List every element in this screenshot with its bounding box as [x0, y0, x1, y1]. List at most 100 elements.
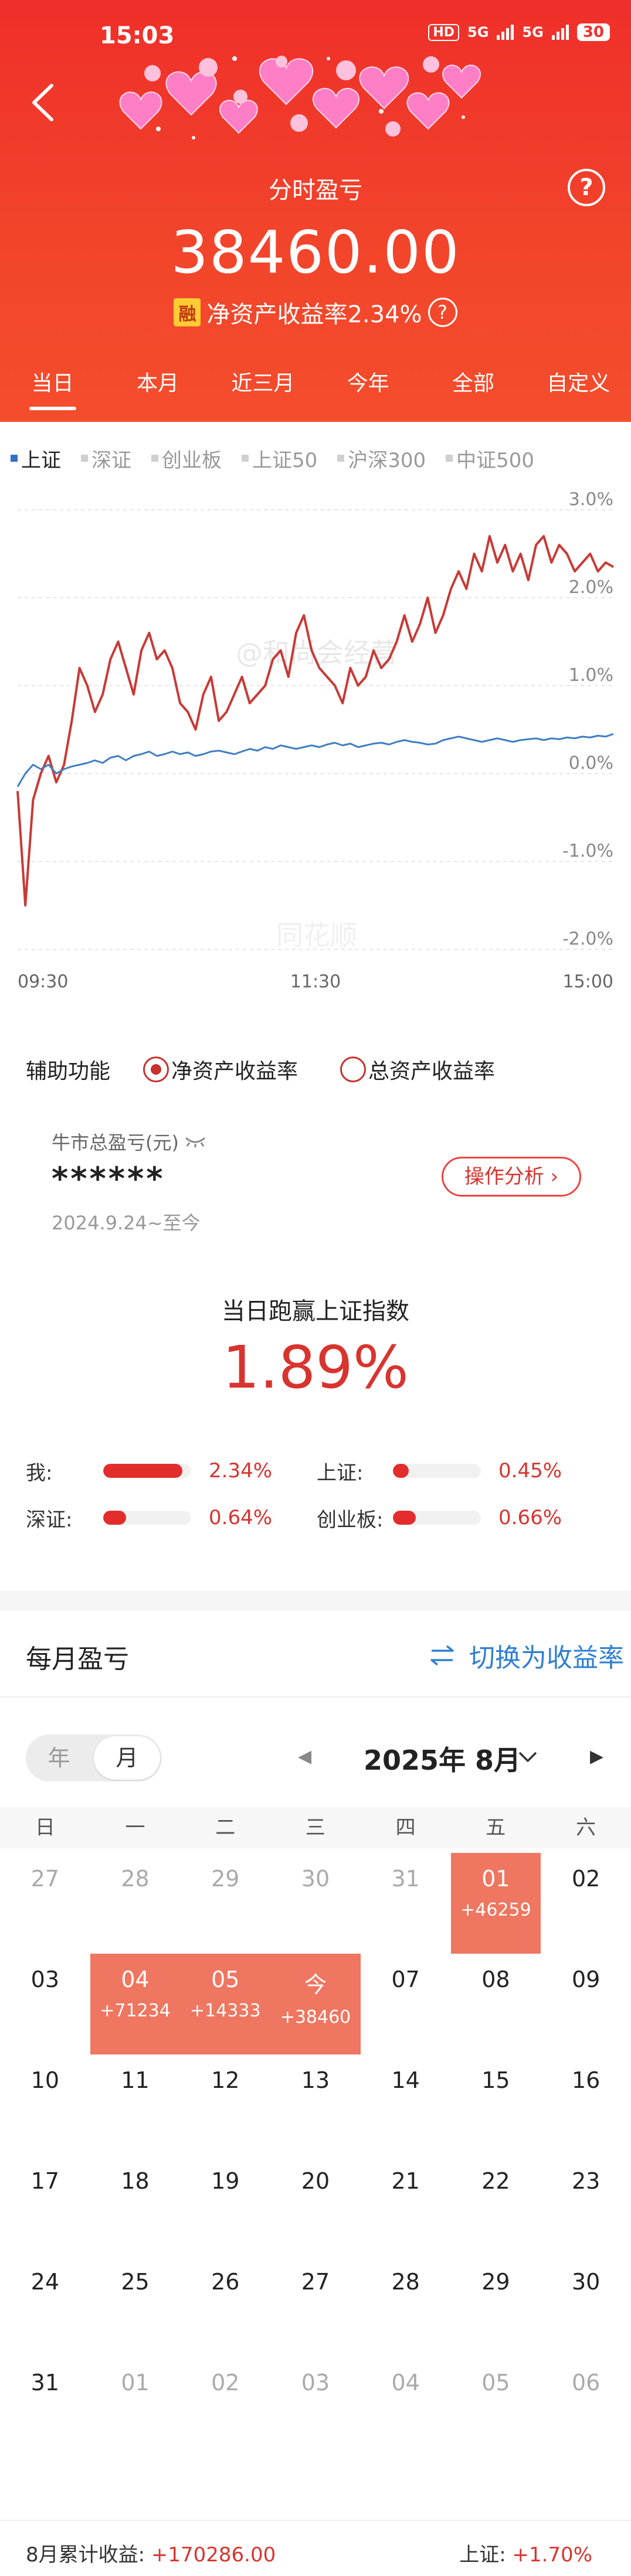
- index-tab-chinext[interactable]: 创业板: [151, 444, 222, 473]
- next-month-icon[interactable]: ▶: [590, 1746, 603, 1767]
- calendar-day[interactable]: 06: [541, 2357, 631, 2458]
- margin-badge: 融: [174, 298, 201, 326]
- calendar-day-number: 13: [301, 2067, 330, 2093]
- y-tick-label: 2.0%: [569, 577, 613, 598]
- calendar-day[interactable]: 03: [0, 1954, 90, 2054]
- calendar-day[interactable]: 19: [180, 2155, 270, 2256]
- calendar-day[interactable]: 13: [270, 2054, 361, 2155]
- calendar-day-number: 07: [391, 1967, 420, 1992]
- calendar-day[interactable]: 02: [541, 1853, 631, 1954]
- calendar-day[interactable]: 05: [451, 2357, 541, 2458]
- radio-roa[interactable]: 总资产收益率: [340, 1054, 495, 1085]
- bull-market-label-text: 牛市总盈亏(元): [52, 1132, 179, 1154]
- calendar-day[interactable]: 23: [541, 2155, 631, 2256]
- monthly-cumulative: 8月累计收益: +170286.00: [26, 2538, 276, 2567]
- series-marker-icon: [446, 455, 453, 462]
- help-icon[interactable]: ?: [568, 169, 605, 206]
- compare-bar: [103, 1464, 191, 1478]
- weekday-label: 一: [125, 1816, 145, 1839]
- calendar-day[interactable]: 05 +14333: [180, 1954, 271, 2054]
- eye-closed-icon[interactable]: [184, 1134, 207, 1149]
- calendar-day-number: 29: [481, 2269, 510, 2295]
- period-tabs: 当日 本月 近三月 今年 全部 自定义: [0, 363, 631, 410]
- tab-this-year[interactable]: 今年: [316, 363, 420, 410]
- calendar-day[interactable]: 18: [90, 2155, 181, 2256]
- chevron-down-icon[interactable]: [516, 1743, 540, 1773]
- calendar-day[interactable]: 15: [451, 2054, 541, 2155]
- calendar-day-number: 25: [121, 2269, 150, 2295]
- radio-roe-label: 净资产收益率: [171, 1059, 298, 1083]
- index-tab-csi300[interactable]: 沪深300: [337, 444, 426, 473]
- calendar-day[interactable]: 21: [361, 2155, 451, 2256]
- toggle-month[interactable]: 月: [94, 1736, 160, 1780]
- calendar-day[interactable]: 20: [270, 2155, 361, 2256]
- calendar-day[interactable]: 01: [90, 2357, 181, 2458]
- calendar-day[interactable]: 02: [180, 2357, 270, 2458]
- switch-to-yield-button[interactable]: 切换为收益率: [429, 1637, 624, 1674]
- calendar-day[interactable]: 24: [0, 2256, 90, 2357]
- tab-custom[interactable]: 自定义: [526, 363, 631, 410]
- calendar-day-number: 28: [121, 1866, 150, 1892]
- operation-analysis-button[interactable]: 操作分析 ›: [442, 1157, 581, 1197]
- calendar-day[interactable]: 31: [361, 1853, 451, 1954]
- calendar-day[interactable]: 27: [270, 2256, 361, 2357]
- calendar-day[interactable]: 11: [90, 2054, 181, 2155]
- calendar-day[interactable]: 17: [0, 2155, 90, 2256]
- index-tab-sse[interactable]: 上证: [11, 444, 61, 473]
- calendar-day[interactable]: 03: [270, 2357, 361, 2458]
- tab-three-months[interactable]: 近三月: [211, 363, 316, 410]
- calendar-day[interactable]: 10: [0, 2054, 90, 2155]
- calendar-day[interactable]: 08: [451, 1954, 541, 2054]
- series-marker-icon: [81, 455, 88, 462]
- calendar-day[interactable]: 07: [361, 1954, 451, 2054]
- signal-icon: [497, 25, 514, 40]
- calendar-day[interactable]: 04: [361, 2357, 451, 2458]
- calendar-day[interactable]: 09: [541, 1954, 631, 2054]
- calendar-day-number: 02: [211, 2370, 240, 2396]
- tab-all[interactable]: 全部: [420, 363, 525, 410]
- calendar-day[interactable]: 今 +38460: [270, 1954, 361, 2054]
- calendar-day[interactable]: 26: [180, 2256, 270, 2357]
- separator: [0, 1696, 631, 1698]
- y-tick-label: 0.0%: [569, 753, 613, 774]
- index-tab-sse50[interactable]: 上证50: [242, 444, 317, 473]
- compare-bar-fill: [103, 1464, 182, 1478]
- switch-to-yield-label: 切换为收益率: [469, 1643, 624, 1673]
- tab-today[interactable]: 当日: [0, 363, 105, 410]
- prev-month-icon[interactable]: ◀: [298, 1746, 311, 1767]
- calendar-day[interactable]: 29: [451, 2256, 541, 2357]
- calendar-day[interactable]: 01 +46259: [450, 1853, 541, 1954]
- month-label[interactable]: 2025年 8月: [364, 1739, 521, 1778]
- roe-help-icon[interactable]: ?: [428, 298, 457, 327]
- calendar-day[interactable]: 14: [361, 2054, 451, 2155]
- calendar-day[interactable]: 04 +71234: [90, 1954, 181, 2054]
- radio-roe[interactable]: 净资产收益率: [143, 1054, 298, 1085]
- index-tab-csi500[interactable]: 中证500: [446, 444, 534, 473]
- calendar-day[interactable]: 12: [180, 2054, 270, 2155]
- index-tab-szse[interactable]: 深证: [81, 444, 131, 473]
- calendar-day-number: 05: [211, 1967, 240, 1992]
- compare-label: 创业板:: [317, 1508, 384, 1532]
- index-value: +1.70%: [512, 2543, 593, 2567]
- weekday-label: 二: [215, 1816, 236, 1839]
- calendar-day[interactable]: 28: [361, 2256, 451, 2357]
- calendar-day[interactable]: 25: [90, 2256, 181, 2357]
- calendar-day[interactable]: 31: [0, 2357, 90, 2458]
- calendar-day[interactable]: 30: [270, 1853, 361, 1954]
- calendar-day[interactable]: 22: [451, 2155, 541, 2256]
- assist-label: 辅助功能: [26, 1059, 111, 1083]
- index-tab-label: 沪深300: [348, 448, 426, 472]
- year-month-toggle: 年 月: [26, 1735, 162, 1781]
- calendar-day[interactable]: 30: [541, 2256, 631, 2357]
- calendar-day[interactable]: 16: [541, 2054, 631, 2155]
- calendar-day[interactable]: 29: [180, 1853, 270, 1954]
- toggle-year[interactable]: 年: [26, 1735, 92, 1781]
- intraday-chart[interactable]: 3.0% 2.0% 1.0% 0.0% -1.0% -2.0% @和尚会经营 同花顺 09:30…: [0, 492, 631, 1008]
- tab-this-month[interactable]: 本月: [105, 363, 210, 410]
- back-icon[interactable]: [28, 82, 57, 123]
- calendar-day[interactable]: 27: [0, 1853, 90, 1954]
- footer-summary: 8月累计收益: +170286.00 上证: +1.70%: [0, 2520, 631, 2576]
- calendar-day[interactable]: 28: [90, 1853, 181, 1954]
- compare-value: 0.45%: [498, 1459, 562, 1483]
- index-tab-label: 深证: [91, 448, 131, 472]
